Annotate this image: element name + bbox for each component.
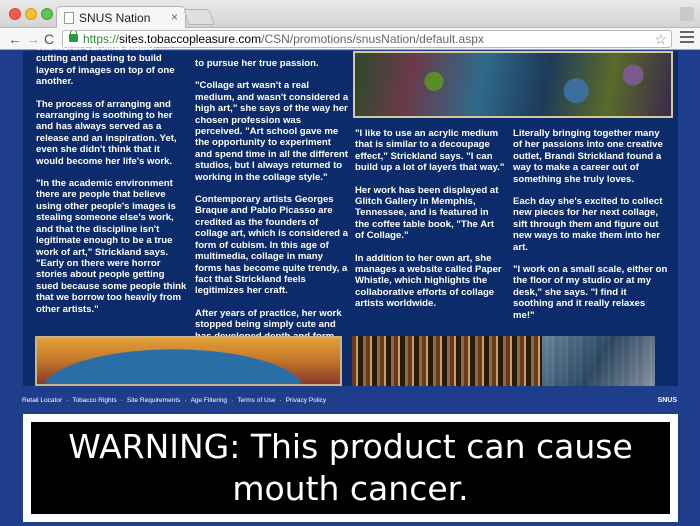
article-paragraph: "I work on a small scale, either on the … [513, 264, 668, 321]
article-paragraph: Literally bringing together many of her … [513, 128, 663, 185]
lock-icon [69, 31, 78, 42]
footer-links: Retail Locator · Tobacco Rights · Site Requi… [22, 397, 326, 404]
footer-link-terms-of-use[interactable]: Terms of Use [237, 397, 275, 404]
article-paragraph: "I like to use an acrylic medium that is… [355, 128, 505, 174]
web-page: The North Carolina studio cutting and pa… [0, 42, 700, 526]
new-tab-button[interactable] [183, 9, 215, 25]
article-paragraph: to pursue her true passion. [195, 58, 319, 69]
footer-separator: · [120, 397, 123, 404]
tab-close-icon[interactable]: × [171, 10, 178, 24]
close-window-button[interactable] [9, 8, 21, 20]
profile-icon[interactable] [680, 7, 694, 21]
warning-text: WARNING: This product can cause mouth ca… [31, 422, 670, 514]
footer-link-site-requirements[interactable]: Site Requirements [127, 397, 180, 404]
health-warning-banner: WARNING: This product can cause mouth ca… [23, 414, 678, 522]
footer-link-tobacco-rights[interactable]: Tobacco Rights [72, 397, 116, 404]
article-column-4: Literally bringing together many of her … [513, 128, 668, 332]
article-paragraph: "Early on there were horror stories abou… [36, 257, 187, 315]
window-titlebar: SNUS Nation × [0, 0, 700, 28]
footer-separator: · [184, 397, 187, 404]
zoom-window-button[interactable] [41, 8, 53, 20]
tab-title: SNUS Nation [79, 11, 151, 25]
browser-tab[interactable]: SNUS Nation × [56, 6, 186, 28]
article-paragraph: Her work has been displayed at Glitch Ga… [355, 184, 499, 242]
article-paragraph: The North Carolina studio cutting and pa… [36, 42, 175, 88]
studio-supplies-image [352, 336, 655, 386]
article-paragraph: Contemporary artists Georges Braque and … [195, 194, 349, 297]
article-column-3: "I like to use an acrylic medium that is… [355, 128, 505, 321]
footer-link-retail-locator[interactable]: Retail Locator [22, 397, 62, 404]
bookmark-star-icon[interactable]: ☆ [654, 31, 667, 47]
article-column-1: The North Carolina studio cutting and pa… [36, 42, 188, 326]
footer-separator: · [231, 397, 234, 404]
article-paragraph: The process of arranging and rearranging… [36, 98, 177, 167]
article-column-2: to pursue her true passion. "Collage art… [195, 58, 350, 353]
minimize-window-button[interactable] [25, 8, 37, 20]
url-path: /CSN/promotions/snusNation/default.aspx [261, 32, 484, 46]
footer-link-privacy-policy[interactable]: Privacy Policy [286, 397, 326, 404]
browser-menu-icon[interactable] [680, 31, 694, 45]
footer-separator: · [279, 397, 282, 404]
article-paragraph: In addition to her own art, she manages … [355, 252, 502, 310]
article-paragraph: "In the academic environment there are p… [36, 178, 176, 258]
site-footer: Retail Locator · Tobacco Rights · Site Requi… [0, 397, 700, 411]
brand-label: SNUS [657, 397, 677, 404]
footer-link-age-filtering[interactable]: Age Filtering [191, 397, 228, 404]
footer-separator: · [66, 397, 69, 404]
article-paragraph: "Collage art wasn't a real medium, and w… [195, 80, 349, 183]
article-paragraph: Each day she's excited to collect new pi… [513, 196, 663, 253]
collage-artwork-image [353, 51, 673, 118]
painting-image [35, 336, 342, 386]
page-icon [64, 12, 74, 24]
back-button[interactable]: ← [8, 31, 22, 47]
